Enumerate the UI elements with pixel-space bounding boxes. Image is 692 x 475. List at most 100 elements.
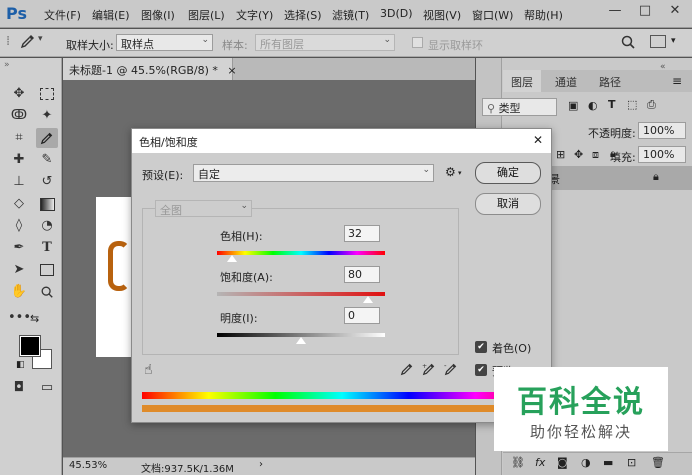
saturation-slider-track[interactable] — [217, 292, 385, 296]
blur-tool-icon[interactable]: ◊ — [8, 216, 30, 236]
eyedropper-minus-icon[interactable]: - — [444, 362, 458, 379]
sample-select[interactable]: 所有图层 ⌄ — [255, 34, 395, 51]
eyedropper-plus-icon[interactable]: + — [422, 362, 436, 379]
menu-layer[interactable]: 图层(L) — [188, 7, 225, 23]
lasso-tool-icon[interactable]: ↂ — [8, 106, 30, 126]
lock-artboard-icon[interactable]: ⧈ — [592, 148, 599, 162]
lock-position-icon[interactable]: ✥ — [574, 148, 583, 161]
move-tool-icon[interactable]: ✥ — [8, 84, 30, 104]
dodge-tool-icon[interactable]: ◔ — [36, 216, 58, 236]
marquee-tool-icon[interactable] — [36, 84, 58, 104]
preset-options-chevron-icon[interactable]: ▾ — [458, 169, 462, 177]
crop-tool-icon[interactable]: ⌗ — [8, 128, 30, 148]
fx-icon[interactable]: fx — [535, 456, 545, 469]
eyedropper-icon[interactable] — [400, 362, 414, 379]
eyedropper-tool-icon[interactable] — [36, 128, 58, 148]
lightness-input[interactable]: 0 — [344, 307, 380, 324]
type-filter-icon[interactable]: T — [608, 98, 616, 111]
mask-icon[interactable]: ◙ — [557, 456, 568, 469]
menu-image[interactable]: 图像(I) — [141, 7, 175, 23]
lightness-slider-thumb[interactable] — [296, 337, 306, 344]
dialog-close-icon[interactable]: ✕ — [533, 133, 543, 147]
document-tab[interactable]: 未标题-1 @ 45.5%(RGB/8) * × — [63, 58, 237, 80]
link-icon[interactable]: ⛓ — [511, 456, 525, 469]
sample-size-select[interactable]: 取样点 ⌄ — [116, 34, 213, 51]
quick-mask-icon[interactable]: ◘ — [8, 378, 30, 398]
zoom-tool-icon[interactable] — [36, 282, 58, 302]
preset-options-gear-icon[interactable]: ⚙ — [445, 165, 456, 179]
layer-filter-select[interactable]: ⚲ 类型 — [482, 98, 557, 116]
channel-select[interactable]: 全图 ⌄ — [155, 200, 252, 217]
swap-colors-icon[interactable]: ⇆ — [30, 312, 39, 325]
menu-file[interactable]: 文件(F) — [44, 7, 81, 23]
menu-3d[interactable]: 3D(D) — [380, 7, 413, 20]
saturation-input[interactable]: 80 — [344, 266, 380, 283]
opacity-label: 不透明度: — [588, 127, 636, 140]
hand-tool-icon[interactable]: ✋ — [8, 282, 30, 302]
menu-type[interactable]: 文字(Y) — [236, 7, 273, 23]
healing-brush-tool-icon[interactable]: ✚ — [8, 150, 30, 170]
ok-button[interactable]: 确定 — [475, 162, 541, 184]
new-layer-icon[interactable]: ⊡ — [627, 456, 636, 469]
history-brush-tool-icon[interactable]: ↺ — [36, 172, 58, 192]
more-tools-icon[interactable]: ••• — [8, 308, 31, 328]
panel-menu-icon[interactable]: ≡ — [672, 74, 682, 88]
menu-help[interactable]: 帮助(H) — [524, 7, 563, 23]
minimize-button[interactable]: — — [604, 3, 626, 23]
shape-filter-icon[interactable]: ⬚ — [627, 98, 637, 111]
adjustment-layer-icon[interactable]: ◑ — [581, 456, 591, 469]
menu-select[interactable]: 选择(S) — [284, 7, 322, 23]
screen-mode-icon[interactable]: ▭ — [36, 378, 58, 398]
image-filter-icon[interactable]: ▣ — [568, 99, 578, 112]
hue-input[interactable]: 32 — [344, 225, 380, 242]
saturation-slider-thumb[interactable] — [363, 296, 374, 303]
tab-layers[interactable]: 图层 — [503, 70, 541, 92]
workspace-icon[interactable] — [650, 35, 666, 48]
hue-slider-thumb[interactable] — [227, 255, 238, 262]
smart-filter-icon[interactable]: ⎙ — [647, 98, 656, 112]
preview-checkbox[interactable]: ✔ — [475, 364, 487, 376]
eyedropper-icon[interactable] — [20, 33, 36, 53]
pen-tool-icon[interactable]: ✒ — [8, 238, 30, 258]
zoom-level[interactable]: 45.53% — [69, 460, 107, 471]
adjustment-filter-icon[interactable]: ◐ — [588, 99, 598, 112]
path-selection-tool-icon[interactable]: ➤ — [8, 260, 30, 280]
targeted-adjust-hand-icon[interactable]: ☝ — [144, 362, 153, 378]
close-window-button[interactable]: ✕ — [664, 3, 686, 23]
colorize-checkbox[interactable]: ✔ — [475, 341, 487, 353]
gradient-tool-icon[interactable] — [36, 194, 58, 214]
fill-field[interactable]: 100% — [638, 146, 686, 163]
search-icon[interactable] — [620, 34, 636, 53]
lock-pixels-icon[interactable]: ⊞ — [556, 148, 565, 161]
rectangle-tool-icon[interactable] — [36, 260, 58, 280]
menu-window[interactable]: 窗口(W) — [472, 7, 513, 23]
eraser-tool-icon[interactable]: ◇ — [8, 194, 30, 214]
magic-wand-tool-icon[interactable]: ✦ — [36, 106, 58, 126]
tool-preset-chevron-icon[interactable]: ▾ — [38, 34, 43, 44]
trash-icon[interactable]: 🗑︎ — [651, 456, 665, 469]
opacity-field[interactable]: 100% — [638, 122, 686, 139]
close-tab-icon[interactable]: × — [227, 64, 236, 77]
type-tool-icon[interactable]: T — [36, 238, 58, 258]
hue-slider-track[interactable] — [217, 251, 385, 255]
menu-view[interactable]: 视图(V) — [423, 7, 461, 23]
preset-select[interactable]: 自定 ⌄ — [193, 164, 434, 182]
workspace-chevron-icon[interactable]: ▾ — [671, 36, 676, 46]
document-canvas[interactable] — [96, 197, 136, 357]
menu-filter[interactable]: 滤镜(T) — [332, 7, 369, 23]
tab-paths[interactable]: 路径 — [591, 70, 629, 92]
menu-edit[interactable]: 编辑(E) — [92, 7, 130, 23]
hue-label: 色相(H): — [220, 230, 263, 243]
collapse-arrows-icon[interactable]: » — [4, 60, 10, 70]
cancel-button[interactable]: 取消 — [475, 193, 541, 215]
clone-stamp-tool-icon[interactable]: ⊥ — [8, 172, 30, 192]
status-chevron-icon[interactable]: › — [259, 459, 263, 470]
show-ring-checkbox[interactable] — [412, 37, 423, 48]
maximize-button[interactable]: □ — [634, 3, 656, 23]
tab-channels[interactable]: 通道 — [547, 70, 585, 92]
default-colors-icon[interactable]: ◧ — [16, 360, 25, 370]
dialog-title-bar[interactable]: 色相/饱和度 ✕ — [132, 129, 551, 153]
input-color-bar — [142, 392, 542, 399]
folder-icon[interactable]: ▬ — [603, 456, 613, 469]
brush-tool-icon[interactable]: ✎ — [36, 150, 58, 170]
